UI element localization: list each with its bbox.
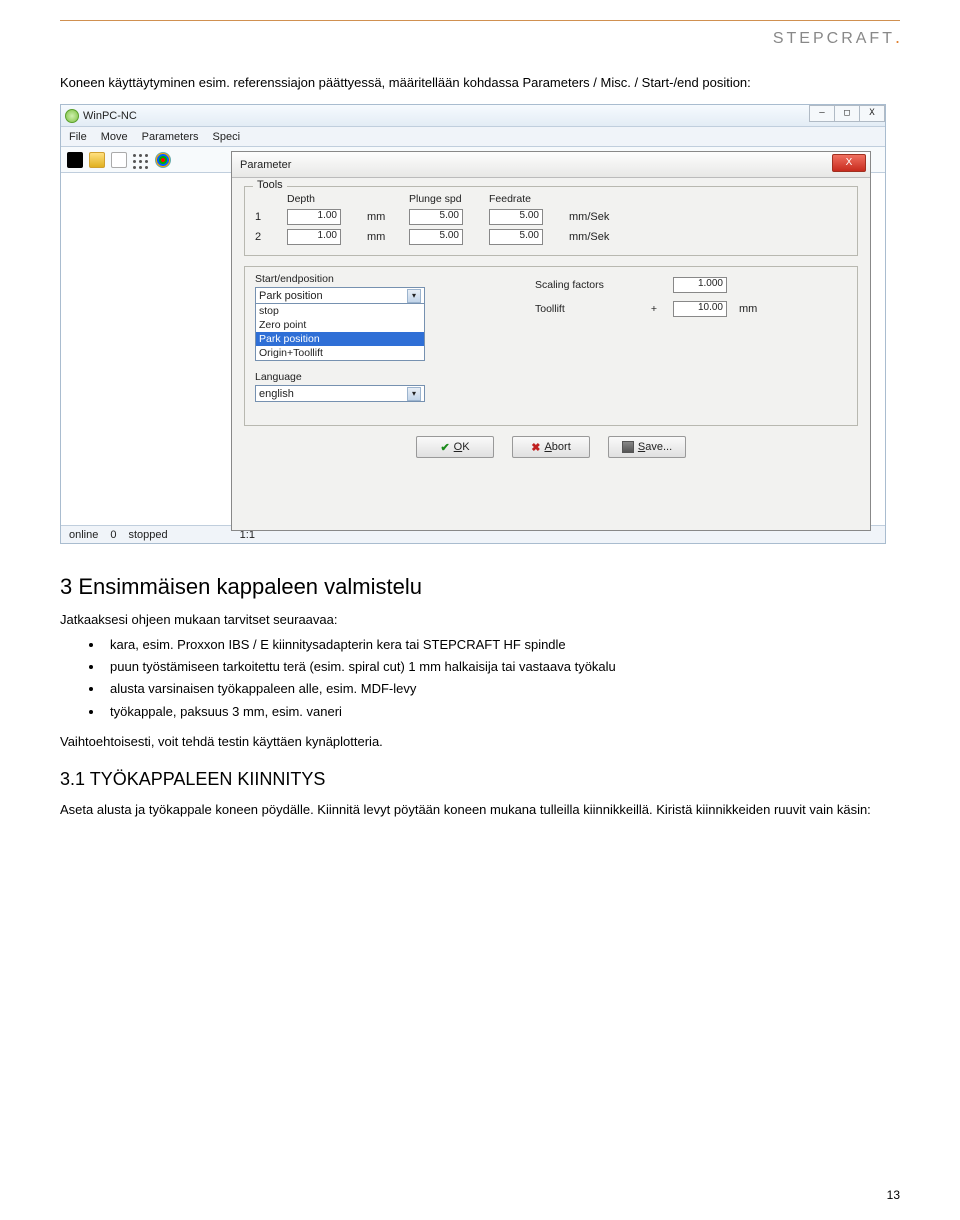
menu-file[interactable]: File — [69, 131, 87, 143]
language-label: Language — [255, 371, 515, 383]
abort-button[interactable]: ✖Abort — [512, 436, 590, 458]
check-icon: ✔ — [440, 441, 449, 454]
toollift-input[interactable]: 10.00 — [673, 301, 727, 317]
subsection-paragraph: Aseta alusta ja työkappale koneen pöydäl… — [60, 802, 900, 817]
ok-button[interactable]: ✔OK — [416, 436, 494, 458]
open-icon[interactable] — [89, 152, 105, 168]
scaling-label: Scaling factors — [535, 279, 635, 291]
tool2-plunge-input[interactable]: 5.00 — [409, 229, 463, 245]
stop-icon[interactable] — [67, 152, 83, 168]
tool2-depth-input[interactable]: 1.00 — [287, 229, 341, 245]
tool2-feed-input[interactable]: 5.00 — [489, 229, 543, 245]
dialog-title: Parameter — [240, 159, 291, 171]
tool-row2-num: 2 — [255, 231, 277, 243]
scaling-input[interactable]: 1.000 — [673, 277, 727, 293]
chevron-down-icon-2[interactable]: ▾ — [407, 387, 421, 401]
chevron-down-icon[interactable]: ▾ — [407, 289, 421, 303]
section-heading: 3 Ensimmäisen kappaleen valmistelu — [60, 574, 900, 600]
opt-park[interactable]: Park position — [256, 332, 424, 346]
status-state: stopped — [128, 529, 167, 541]
unit-rate: mm/Sek — [569, 211, 629, 223]
opt-zero[interactable]: Zero point — [256, 318, 424, 332]
tools-fieldset: Tools Depth Plunge spd Feedrate 1 1.00 m… — [244, 186, 858, 256]
hdr-feedrate: Feedrate — [489, 193, 559, 205]
settings-icon[interactable] — [155, 152, 171, 168]
status-line: 0 — [110, 529, 116, 541]
list-item: työkappale, paksuus 3 mm, esim. vaneri — [104, 702, 900, 722]
startend-label: Start/endposition — [255, 273, 515, 285]
tool1-plunge-input[interactable]: 5.00 — [409, 209, 463, 225]
language-value: english — [259, 388, 294, 400]
parameter-dialog: Parameter X Tools Depth Plunge spd Feedr… — [231, 151, 871, 531]
toollift-prefix: + — [647, 303, 661, 315]
menu-parameters[interactable]: Parameters — [142, 131, 199, 143]
grid-icon[interactable] — [133, 152, 149, 168]
intro-paragraph: Koneen käyttäytyminen esim. referenssiaj… — [60, 74, 900, 92]
app-window: WinPC-NC — □ X File Move Parameters Spec… — [60, 104, 886, 544]
unit-mm: mm — [367, 211, 399, 223]
language-combo[interactable]: english ▾ — [255, 385, 425, 402]
brand-header: STEPCRAFT. — [60, 20, 900, 52]
status-online: online — [69, 529, 98, 541]
unit-mm2: mm — [367, 231, 399, 243]
list-item: kara, esim. Proxxon IBS / E kiinnitysada… — [104, 635, 900, 655]
subsection-heading: 3.1 TYÖKAPPALEEN KIINNITYS — [60, 769, 900, 790]
opt-origin[interactable]: Origin+Toollift — [256, 346, 424, 360]
new-icon[interactable] — [111, 152, 127, 168]
dialog-close-button[interactable]: X — [832, 154, 866, 172]
opt-stop[interactable]: stop — [256, 304, 424, 318]
section-lead: Jatkaaksesi ohjeen mukaan tarvitset seur… — [60, 612, 900, 627]
tool1-depth-input[interactable]: 1.00 — [287, 209, 341, 225]
dialog-titlebar: Parameter X — [232, 152, 870, 178]
hdr-plunge: Plunge spd — [409, 193, 479, 205]
startend-combo[interactable]: Park position ▾ — [255, 287, 425, 304]
x-icon: ✖ — [531, 441, 540, 454]
tool-row1-num: 1 — [255, 211, 277, 223]
bullet-list: kara, esim. Proxxon IBS / E kiinnitysada… — [60, 635, 900, 722]
brand-dot: . — [895, 27, 900, 47]
hdr-depth: Depth — [287, 193, 357, 205]
app-titlebar: WinPC-NC — □ X — [61, 105, 885, 127]
brand-logo: STEPCRAFT — [773, 30, 895, 48]
app-icon — [65, 109, 79, 123]
menu-special[interactable]: Speci — [213, 131, 241, 143]
maximize-button[interactable]: □ — [834, 105, 860, 122]
startend-listbox[interactable]: stop Zero point Park position Origin+Too… — [255, 303, 425, 361]
misc-fieldset: Start/endposition Park position ▾ stop Z… — [244, 266, 858, 426]
disk-icon — [622, 441, 634, 453]
save-button[interactable]: Save... — [608, 436, 686, 458]
close-button[interactable]: X — [859, 105, 885, 122]
section-alt: Vaihtoehtoisesti, voit tehdä testin käyt… — [60, 734, 900, 749]
minimize-button[interactable]: — — [809, 105, 835, 122]
toollift-unit: mm — [739, 303, 757, 315]
list-item: puun työstämiseen tarkoitettu terä (esim… — [104, 657, 900, 677]
startend-combo-value: Park position — [259, 290, 323, 302]
unit-rate2: mm/Sek — [569, 231, 629, 243]
page-number: 13 — [887, 1188, 900, 1202]
menu-move[interactable]: Move — [101, 131, 128, 143]
app-menubar: File Move Parameters Speci — [61, 127, 885, 147]
tools-legend: Tools — [253, 179, 287, 191]
toollift-label: Toollift — [535, 303, 635, 315]
list-item: alusta varsinaisen työkappaleen alle, es… — [104, 679, 900, 699]
app-title: WinPC-NC — [83, 110, 137, 122]
tool1-feed-input[interactable]: 5.00 — [489, 209, 543, 225]
